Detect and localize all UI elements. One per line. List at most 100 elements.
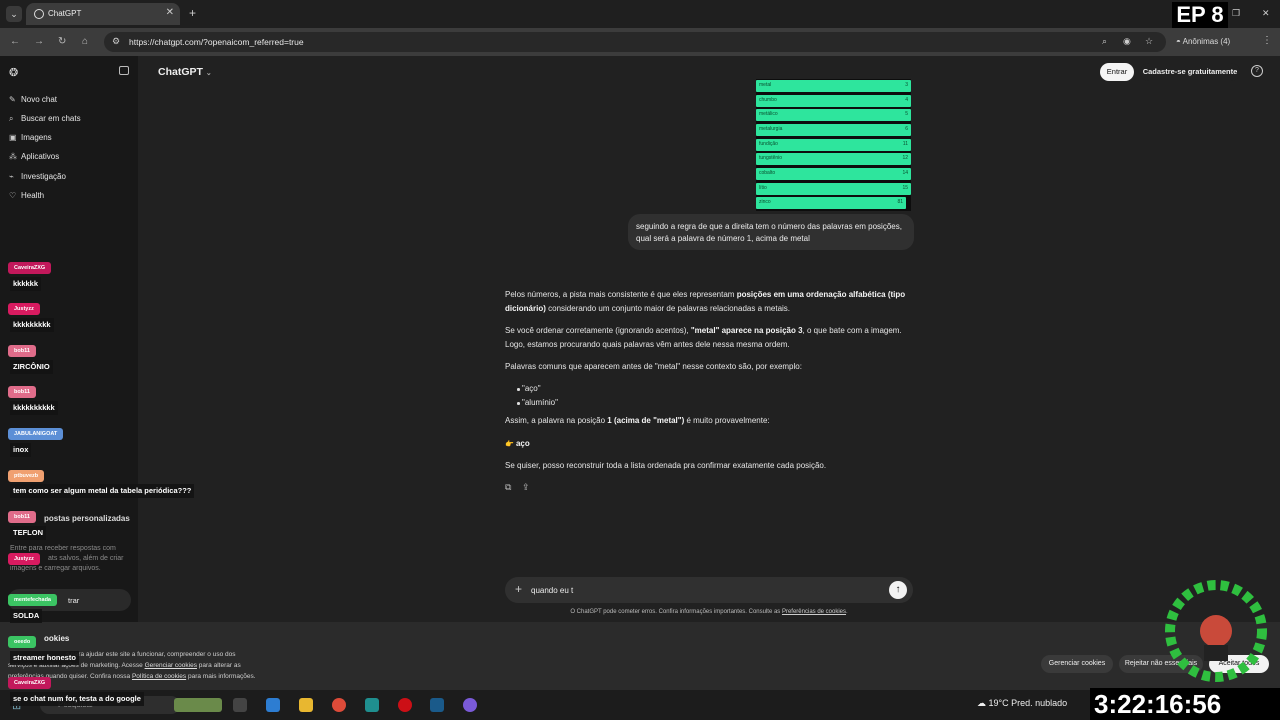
sidebar-item-search[interactable]: ⌕ Buscar em chats: [9, 112, 81, 126]
promo-login-label: trar: [68, 596, 80, 605]
login-button[interactable]: Entrar: [1100, 63, 1134, 81]
folder-icon[interactable]: [299, 698, 313, 712]
sidebar-item-label: Health: [21, 191, 45, 200]
chat-username: bob11: [8, 345, 36, 357]
chat-message: kkkkkkkkk: [10, 318, 54, 332]
episode-badge: EP 8: [1172, 2, 1228, 28]
sidebar-item-label: Buscar em chats: [21, 114, 81, 123]
zoom-icon[interactable]: ⌕: [1102, 36, 1107, 47]
row-number: 4: [905, 97, 908, 103]
promo-text-3: imagens e carregar arquivos.: [10, 565, 101, 572]
promo-text-2: ats salvos, além de criar: [48, 555, 124, 562]
help-icon[interactable]: ?: [1251, 65, 1263, 77]
openai-logo-icon[interactable]: ❂: [9, 66, 18, 79]
app-icon[interactable]: [365, 698, 379, 712]
row-word: lítio: [759, 185, 767, 191]
back-icon[interactable]: ←: [10, 36, 20, 47]
sidebar-item-research[interactable]: ⌁ Investigação: [9, 170, 66, 184]
weather-widget[interactable]: ☁ 19°C Pred. nublado: [977, 698, 1067, 709]
model-selector[interactable]: ChatGPT ⌄: [158, 66, 212, 78]
browser-tab[interactable]: ChatGPT ✕: [26, 3, 180, 25]
home-icon[interactable]: ⌂: [82, 36, 88, 47]
table-row: metal 3: [756, 80, 911, 92]
attached-image[interactable]: metal 3 chumbo 4 metálico 5 metalurgia 6 fun…: [756, 79, 911, 211]
message-composer[interactable]: + quando eu t ↑: [505, 577, 913, 603]
discord-icon[interactable]: [463, 698, 477, 712]
share-icon[interactable]: ⇪: [522, 482, 530, 493]
steam-icon[interactable]: [430, 698, 444, 712]
sidebar-item-apps[interactable]: ⁂ Aplicativos: [9, 150, 59, 164]
task-view-icon[interactable]: [233, 698, 247, 712]
new-tab-icon[interactable]: +: [189, 6, 196, 20]
composer-input[interactable]: quando eu t: [531, 586, 573, 595]
stream-clock: 3:22:16:56: [1090, 688, 1280, 720]
restore-icon[interactable]: ❐: [1232, 8, 1240, 19]
apps-icon: ⁂: [9, 152, 17, 161]
row-word: metalurgia: [759, 126, 783, 132]
cookie-title: ookies: [44, 634, 70, 643]
model-label: ChatGPT: [158, 66, 203, 78]
answer-line: 👉 aço: [505, 437, 915, 452]
close-sidebar-icon[interactable]: [119, 66, 129, 75]
browser-menu-icon[interactable]: ⋮: [1262, 35, 1272, 46]
row-number: 14: [902, 170, 908, 176]
answer-word: aço: [515, 439, 530, 448]
sidebar-item-label: Novo chat: [21, 95, 58, 104]
chat-username: mentefechada: [8, 594, 57, 606]
row-word: cobalto: [759, 170, 776, 176]
manage-cookies-button[interactable]: Gerenciar cookies: [1041, 655, 1113, 673]
bookmark-star-icon[interactable]: ☆: [1145, 36, 1153, 47]
incognito-icon: ◓: [1176, 37, 1183, 46]
row-number: 12: [902, 155, 908, 161]
row-word: zinco: [759, 199, 771, 205]
reply-paragraph-5: Se quiser, posso reconstruir toda a list…: [505, 461, 827, 470]
cookie-banner: ookies s para ajudar este site a funcion…: [0, 622, 1280, 690]
incognito-label: Anônimas (4): [1182, 37, 1231, 46]
row-number: 15: [902, 185, 908, 191]
opera-icon[interactable]: [398, 698, 412, 712]
incognito-indicator[interactable]: ◓ Anônimas (4): [1176, 34, 1248, 50]
tab-title: ChatGPT: [48, 9, 82, 18]
cookie-prefs-link[interactable]: Preferências de cookies: [782, 609, 846, 615]
user-message: seguindo a regra de que a direita tem o …: [628, 214, 914, 250]
chat-message: tem como ser algum metal da tabela perió…: [10, 484, 195, 498]
table-row: lítio 15: [756, 183, 911, 195]
heart-icon: ♡: [9, 191, 17, 200]
reload-icon[interactable]: ↻: [58, 36, 66, 47]
site-info-icon[interactable]: ⚙: [112, 36, 120, 47]
channel-logo: [1165, 580, 1267, 682]
copy-icon[interactable]: ⧉: [505, 482, 511, 493]
chat-username: Justyzz: [8, 303, 40, 315]
attach-plus-icon[interactable]: +: [515, 582, 522, 596]
cookie-policy-link[interactable]: Política de cookies: [132, 673, 186, 680]
chatgpt-favicon-icon: [34, 9, 44, 19]
chat-username: Justyzz: [8, 553, 40, 565]
chrome-icon[interactable]: [332, 698, 346, 712]
url-field[interactable]: ⚙ https://chatgpt.com/?openaicom_referre…: [104, 32, 1166, 52]
tab-list-button[interactable]: ⌄: [6, 6, 22, 22]
edit-icon: ✎: [9, 95, 16, 104]
signup-button[interactable]: Cadastre-se gratuitamente: [1140, 63, 1240, 81]
close-window-icon[interactable]: ✕: [1262, 8, 1270, 19]
sidebar-item-new-chat[interactable]: ✎ Novo chat: [9, 93, 57, 107]
forward-icon[interactable]: →: [34, 36, 44, 47]
send-button[interactable]: ↑: [889, 581, 907, 599]
chat-username: CaveiraZXG: [8, 262, 52, 274]
reply-paragraph-1: Pelos números, a pista mais consistente …: [505, 290, 906, 313]
manage-cookies-link[interactable]: Gerenciar cookies: [145, 662, 197, 669]
row-number: 3: [905, 82, 908, 88]
table-row: zinco 81: [756, 197, 906, 209]
sidebar-item-label: Investigação: [21, 172, 66, 181]
chat-username: bob11: [8, 511, 36, 523]
close-tab-icon[interactable]: ✕: [166, 7, 174, 18]
promo-title: postas personalizadas: [44, 514, 130, 523]
chat-message: ZIRCÔNIO: [10, 360, 53, 374]
row-word: metal: [759, 82, 772, 88]
sidebar-item-health[interactable]: ♡ Health: [9, 189, 44, 203]
tracking-off-icon[interactable]: ◉: [1123, 36, 1131, 47]
sidebar-item-images[interactable]: ▣ Imagens: [9, 131, 52, 145]
search-highlight-image[interactable]: [174, 698, 222, 712]
table-row: chumbo 4: [756, 95, 911, 107]
store-icon[interactable]: [266, 698, 280, 712]
row-number: 5: [905, 111, 908, 117]
